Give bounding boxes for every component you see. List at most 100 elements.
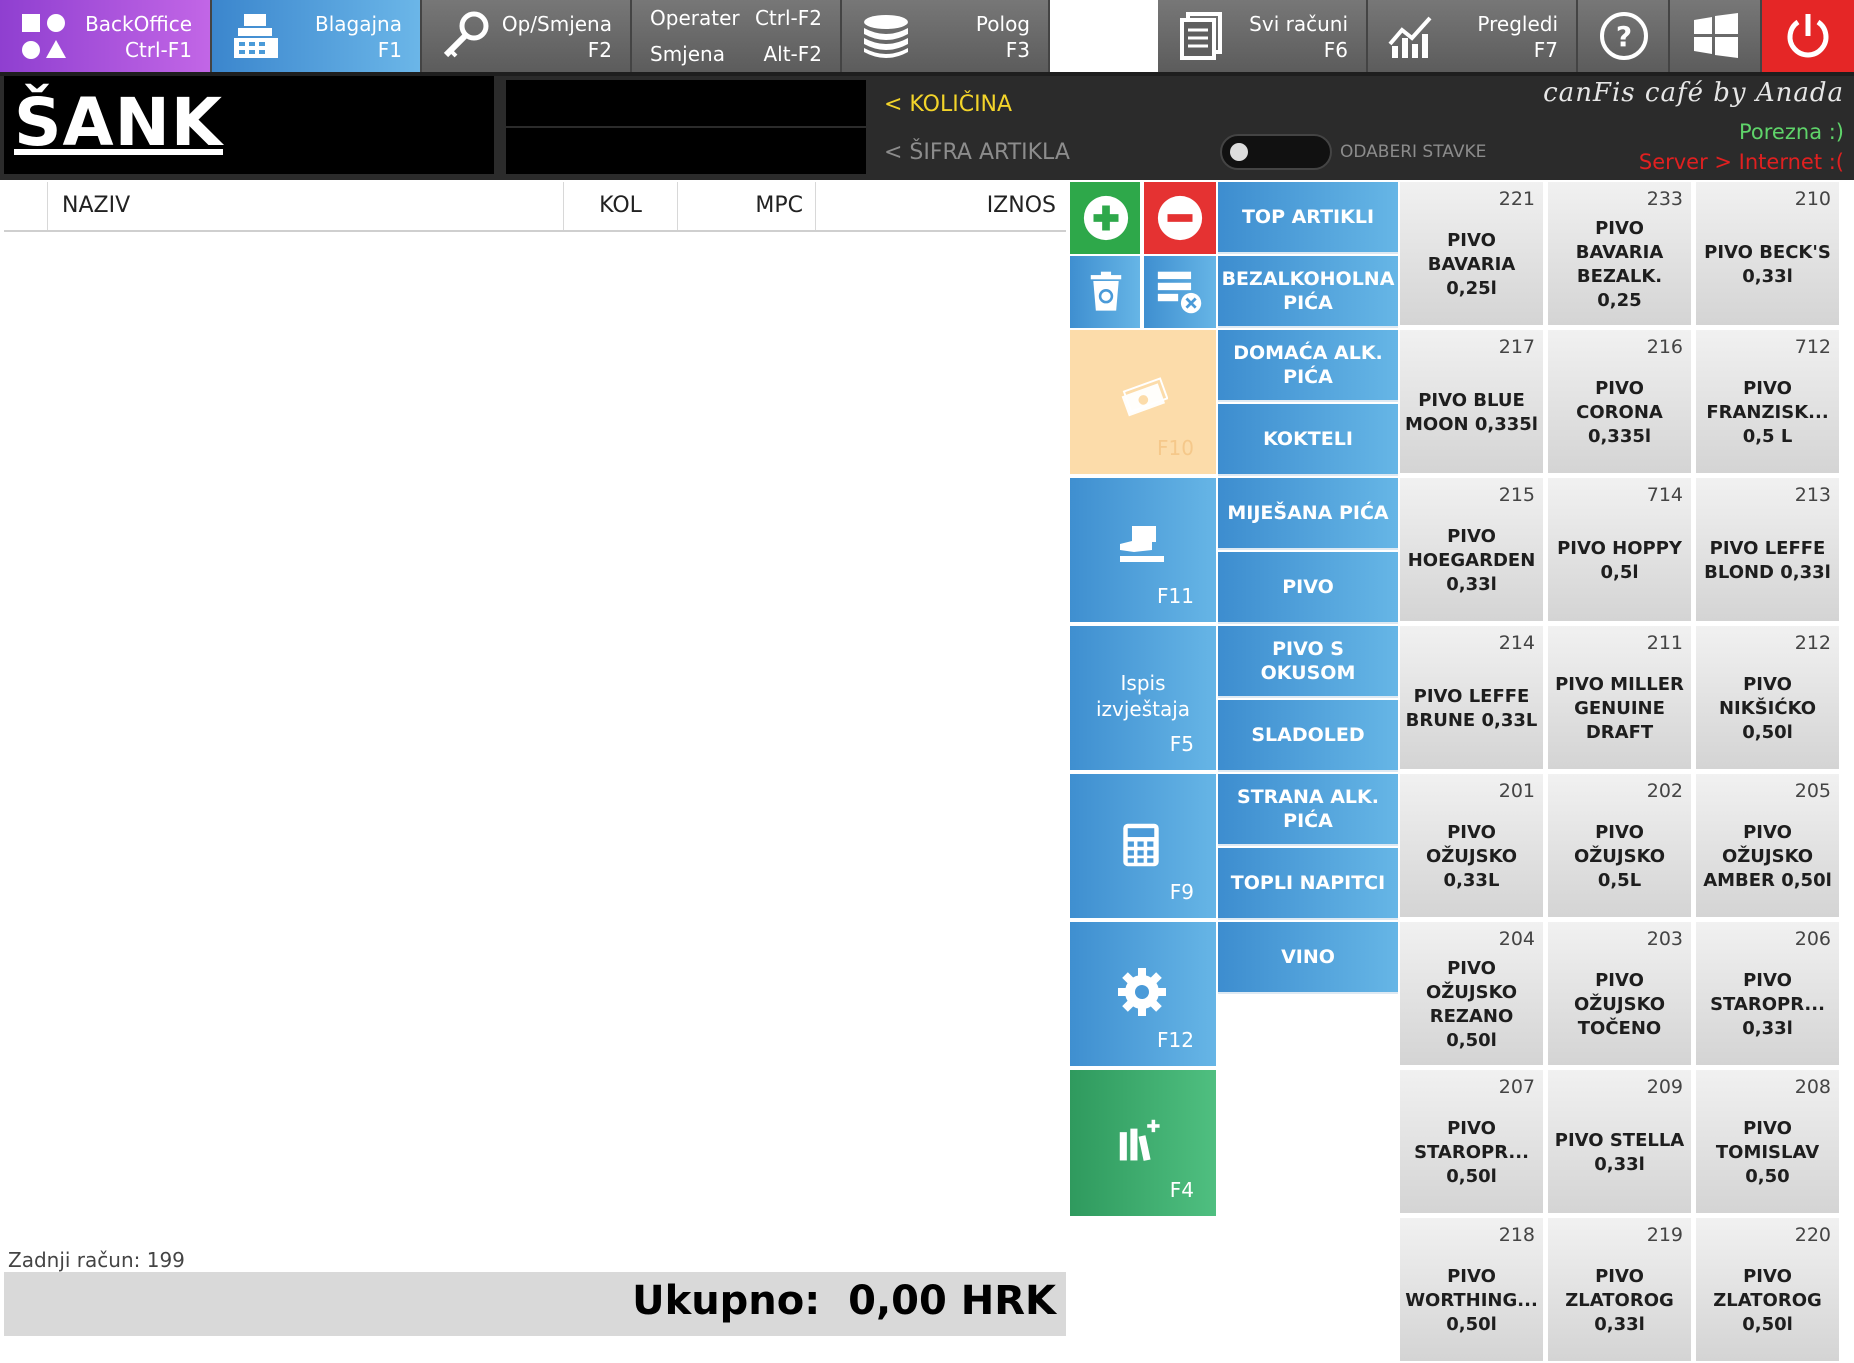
blagajna-button[interactable]: Blagajna F1	[212, 0, 422, 72]
quantity-label: < KOLIČINA	[884, 92, 1013, 117]
add-quantity-button[interactable]	[1070, 182, 1142, 254]
product-tile[interactable]: 203 PIVO OŽUJSKO TOČENO	[1548, 922, 1693, 1067]
product-tile[interactable]: 233 PIVO BAVARIA BEZALK. 0,25	[1548, 182, 1693, 327]
total-bar: Ukupno: 0,00 HRK	[4, 1272, 1066, 1336]
pregledi-button[interactable]: Pregledi F7	[1368, 0, 1578, 72]
f4-action-button[interactable]: F4	[1070, 1070, 1216, 1216]
windows-button[interactable]	[1670, 0, 1762, 72]
category-button[interactable]: KOKTELI	[1218, 404, 1398, 476]
print-report-button[interactable]: Ispis izvještaja F5	[1070, 626, 1216, 772]
product-code: 203	[1646, 928, 1683, 950]
polog-shortcut: F3	[1005, 38, 1030, 62]
product-tile[interactable]: 214 PIVO LEFFE BRUNE 0,33L	[1400, 626, 1545, 771]
product-tile[interactable]: 210 PIVO BECK'S 0,33l	[1696, 182, 1841, 327]
card-payment-icon	[1120, 526, 1164, 562]
category-button[interactable]: MIJEŠANA PIĆA	[1218, 478, 1398, 550]
settings-key: F12	[1157, 1028, 1194, 1052]
product-tile[interactable]: 202 PIVO OŽUJSKO 0,5L	[1548, 774, 1693, 919]
op-smjena-label: Op/Smjena	[501, 12, 612, 36]
product-tile[interactable]: 216 PIVO CORONA 0,335l	[1548, 330, 1693, 475]
category-button[interactable]: VINO	[1218, 922, 1398, 994]
product-tile[interactable]: 213 PIVO LEFFE BLOND 0,33l	[1696, 478, 1841, 623]
settings-button[interactable]: F12	[1070, 922, 1216, 1068]
product-tile[interactable]: 211 PIVO MILLER GENUINE DRAFT	[1548, 626, 1693, 771]
select-items-label: ODABERI STAVKE	[1340, 142, 1487, 162]
product-tile[interactable]: 221 PIVO BAVARIA 0,25l	[1400, 182, 1545, 327]
backoffice-label: BackOffice	[85, 12, 192, 36]
product-code: 219	[1646, 1224, 1683, 1246]
category-button[interactable]: STRANA ALK. PIĆA	[1218, 774, 1398, 846]
smjena-shortcut: Alt-F2	[763, 42, 822, 66]
product-name: PIVO LEFFE BRUNE 0,33L	[1405, 685, 1538, 731]
calculator-button[interactable]: F9	[1070, 774, 1216, 920]
list-delete-icon	[1157, 271, 1202, 314]
polog-button[interactable]: Polog F3	[842, 0, 1050, 72]
column-naziv[interactable]: NAZIV	[48, 182, 564, 230]
product-tile[interactable]: 201 PIVO OŽUJSKO 0,33L	[1400, 774, 1545, 919]
product-name: PIVO OŽUJSKO REZANO 0,50l	[1425, 957, 1518, 1051]
delete-item-button[interactable]	[1070, 256, 1142, 328]
product-name: PIVO OŽUJSKO 0,33L	[1425, 821, 1518, 891]
print-report-key: F5	[1169, 732, 1194, 756]
product-tile[interactable]: 217 PIVO BLUE MOON 0,335l	[1400, 330, 1545, 475]
calculator-icon	[1123, 823, 1159, 867]
key-icon	[443, 11, 489, 58]
column-mpc[interactable]: MPC	[678, 182, 816, 230]
help-button[interactable]: ?	[1578, 0, 1670, 72]
column-kol[interactable]: KOL	[564, 182, 678, 230]
power-button[interactable]	[1762, 0, 1854, 72]
clear-receipt-button[interactable]	[1144, 256, 1216, 328]
polog-label: Polog	[975, 12, 1030, 36]
backoffice-button[interactable]: BackOffice Ctrl-F1	[0, 0, 212, 72]
operater-smjena-button[interactable]: Operater Ctrl-F2 Smjena Alt-F2	[632, 0, 842, 72]
product-name: PIVO WORTHING... 0,50l	[1405, 1265, 1538, 1335]
card-payment-button[interactable]: F11	[1070, 478, 1216, 624]
product-tile[interactable]: 220 PIVO ZLATOROG 0,50l	[1696, 1218, 1841, 1363]
product-name: PIVO OŽUJSKO AMBER 0,50l	[1703, 821, 1832, 891]
svg-text:?: ?	[1616, 20, 1632, 53]
product-code: 211	[1646, 632, 1683, 654]
product-tile[interactable]: 215 PIVO HOEGARDEN 0,33l	[1400, 478, 1545, 623]
remove-quantity-button[interactable]	[1144, 182, 1216, 254]
category-button[interactable]: TOPLI NAPITCI	[1218, 848, 1398, 920]
card-payment-key: F11	[1157, 584, 1194, 608]
column-iznos[interactable]: IZNOS	[816, 182, 1066, 230]
category-button[interactable]: PIVO	[1218, 552, 1398, 624]
category-button[interactable]: BEZALKOHOLNA PIĆA	[1218, 256, 1398, 328]
category-button[interactable]: DOMAĆA ALK. PIĆA	[1218, 330, 1398, 402]
blagajna-label: Blagajna	[315, 12, 402, 36]
server-status: Server > Internet :(	[1638, 150, 1844, 174]
product-tile[interactable]: 208 PIVO TOMISLAV 0,50	[1696, 1070, 1841, 1215]
cash-register-icon	[234, 14, 278, 58]
quantity-input[interactable]	[506, 80, 866, 126]
category-button[interactable]: PIVO S OKUSOM	[1218, 626, 1398, 698]
category-button[interactable]: TOP ARTIKLI	[1218, 182, 1398, 254]
product-tile[interactable]: 218 PIVO WORTHING... 0,50l	[1400, 1218, 1545, 1363]
operater-label: Operater	[650, 6, 740, 30]
product-code: 206	[1794, 928, 1831, 950]
product-code: 233	[1646, 188, 1683, 210]
operater-shortcut: Ctrl-F2	[754, 6, 822, 30]
article-code-input[interactable]	[506, 128, 866, 174]
blank-toolbar-slot	[1050, 0, 1158, 72]
receipt-items-list[interactable]	[4, 234, 1066, 1234]
product-tile[interactable]: 204 PIVO OŽUJSKO REZANO 0,50l	[1400, 922, 1545, 1067]
pregledi-shortcut: F7	[1533, 38, 1558, 62]
product-tile[interactable]: 205 PIVO OŽUJSKO AMBER 0,50l	[1696, 774, 1841, 919]
cash-payment-button[interactable]: F10	[1070, 330, 1216, 476]
product-tile[interactable]: 714 PIVO HOPPY 0,5l	[1548, 478, 1693, 623]
svi-racuni-button[interactable]: Svi računi F6	[1158, 0, 1368, 72]
product-tile[interactable]: 212 PIVO NIKŠIĆKO 0,50l	[1696, 626, 1841, 771]
product-tile[interactable]: 207 PIVO STAROPR... 0,50l	[1400, 1070, 1545, 1215]
category-button[interactable]: SLADOLED	[1218, 700, 1398, 772]
print-report-label: Ispis izvještaja	[1095, 671, 1191, 721]
product-tile[interactable]: 219 PIVO ZLATOROG 0,33l	[1548, 1218, 1693, 1363]
product-tile[interactable]: 206 PIVO STAROPR... 0,33l	[1696, 922, 1841, 1067]
product-name: PIVO BAVARIA 0,25l	[1427, 229, 1516, 299]
product-tile[interactable]: 209 PIVO STELLA 0,33l	[1548, 1070, 1693, 1215]
product-tile[interactable]: 712 PIVO FRANZISK... 0,5 L	[1696, 330, 1841, 475]
smjena-label: Smjena	[650, 42, 725, 66]
op-smjena-button[interactable]: Op/Smjena F2	[422, 0, 632, 72]
product-code: 712	[1794, 336, 1831, 358]
top-toolbar: BackOffice Ctrl-F1 Blagajna F1 Op/Smjena…	[0, 0, 1854, 72]
